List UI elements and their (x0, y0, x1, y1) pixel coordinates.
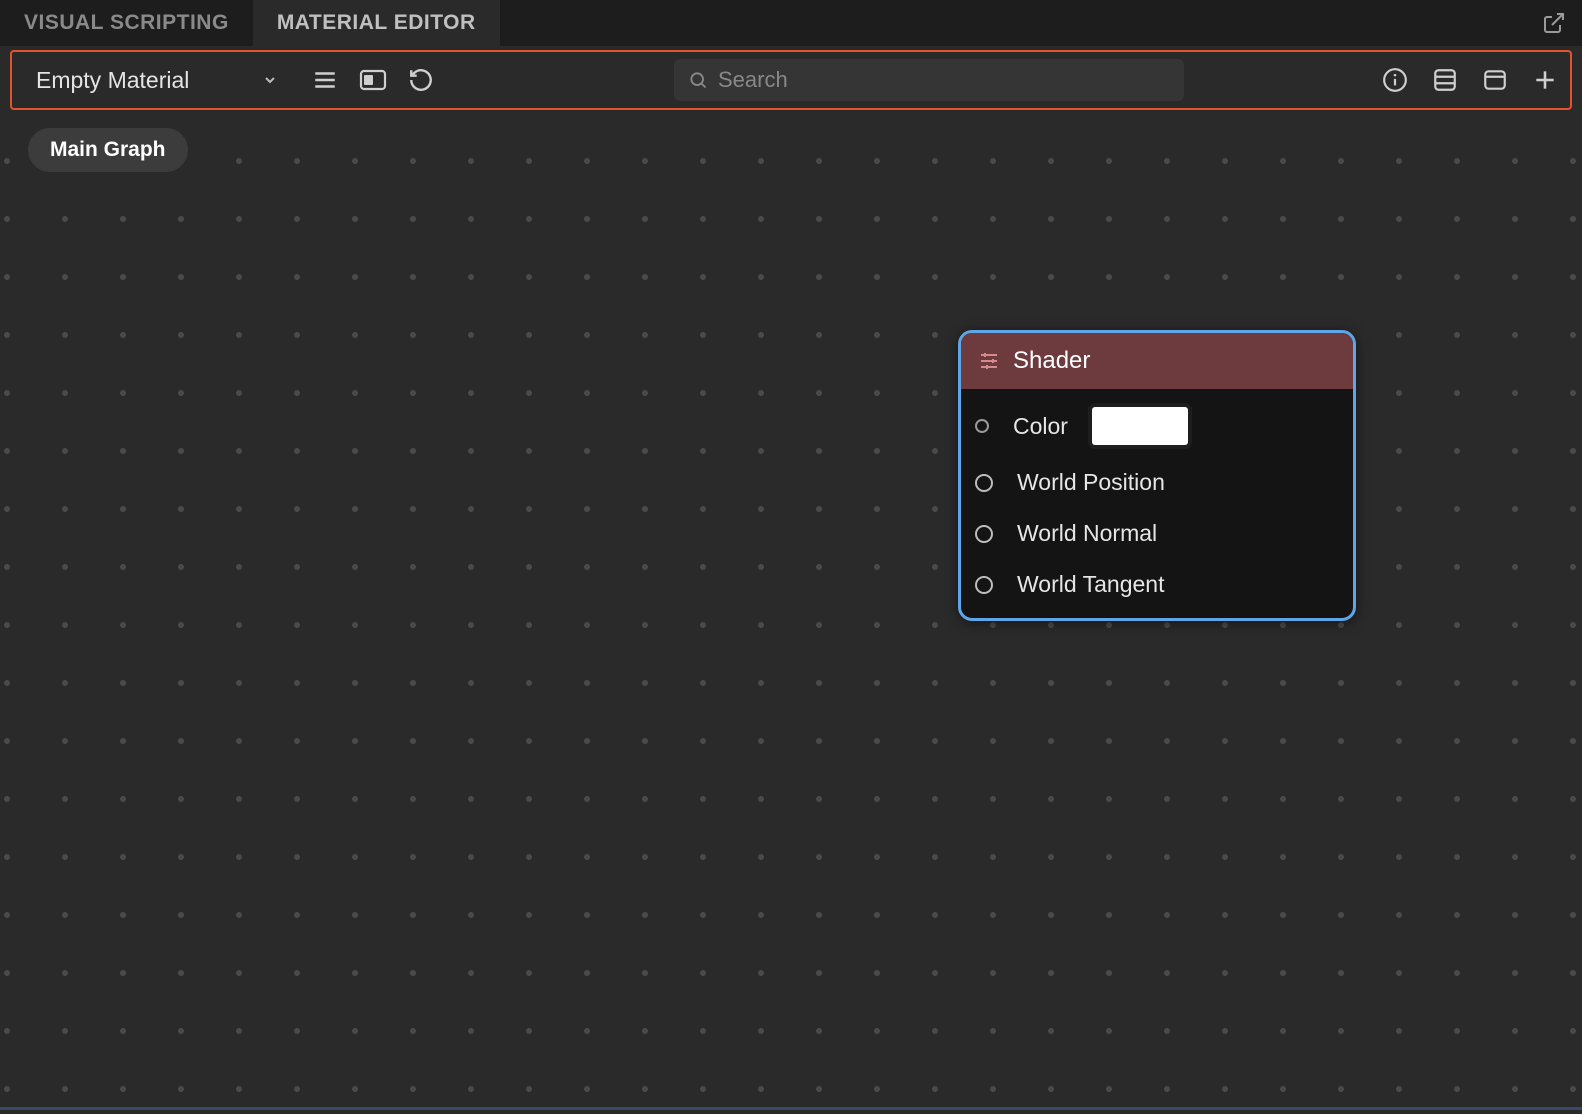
add-button[interactable] (1530, 65, 1560, 95)
input-port-world-normal[interactable] (975, 525, 993, 543)
search-input[interactable] (718, 67, 1170, 93)
search-field[interactable] (674, 59, 1184, 101)
tab-bar: VISUAL SCRIPTING MATERIAL EDITOR (0, 0, 1582, 46)
info-button[interactable] (1380, 65, 1410, 95)
chevron-down-icon (262, 72, 278, 88)
shader-node-title: Shader (1013, 347, 1090, 375)
toolbar-highlight: Empty Material (10, 50, 1572, 110)
material-dropdown[interactable]: Empty Material (22, 59, 292, 101)
tab-spacer (500, 0, 1526, 46)
tab-material-editor[interactable]: MATERIAL EDITOR (253, 0, 500, 46)
toolbar: Empty Material (12, 52, 1570, 108)
window-button[interactable] (1480, 65, 1510, 95)
tab-label: VISUAL SCRIPTING (24, 11, 229, 35)
window-icon (1482, 67, 1508, 93)
input-label-world-tangent: World Tangent (1017, 571, 1164, 598)
input-row-world-position: World Position (975, 469, 1339, 496)
color-swatch[interactable] (1092, 407, 1188, 445)
material-name: Empty Material (36, 67, 189, 94)
input-port-world-tangent[interactable] (975, 576, 993, 594)
shader-icon (979, 351, 999, 371)
panel-button[interactable] (358, 65, 388, 95)
refresh-icon (408, 67, 434, 93)
node-canvas[interactable]: Main Graph Shader Color World Position W… (0, 112, 1582, 1110)
input-row-world-tangent: World Tangent (975, 571, 1339, 598)
input-port-color[interactable] (975, 419, 989, 433)
shader-node-body: Color World Position World Normal World … (961, 389, 1353, 618)
menu-button[interactable] (310, 65, 340, 95)
popout-button[interactable] (1526, 0, 1582, 46)
input-label-color: Color (1013, 413, 1068, 440)
refresh-button[interactable] (406, 65, 436, 95)
breadcrumb-label: Main Graph (50, 138, 166, 161)
info-icon (1382, 67, 1408, 93)
input-label-world-normal: World Normal (1017, 520, 1157, 547)
save-button[interactable] (1430, 65, 1460, 95)
breadcrumb-main-graph[interactable]: Main Graph (28, 128, 188, 172)
tab-label: MATERIAL EDITOR (277, 11, 476, 35)
tab-visual-scripting[interactable]: VISUAL SCRIPTING (0, 0, 253, 46)
input-row-world-normal: World Normal (975, 520, 1339, 547)
save-icon (1432, 67, 1458, 93)
hamburger-icon (312, 67, 338, 93)
toolbar-right (1380, 65, 1560, 95)
search-icon (688, 70, 708, 90)
input-row-color: Color (975, 407, 1339, 445)
input-label-world-position: World Position (1017, 469, 1165, 496)
shader-node[interactable]: Shader Color World Position World Normal… (958, 330, 1356, 621)
input-port-world-position[interactable] (975, 474, 993, 492)
shader-node-header[interactable]: Shader (961, 333, 1353, 389)
plus-icon (1532, 67, 1558, 93)
panel-icon (359, 68, 387, 92)
external-link-icon (1542, 11, 1566, 35)
